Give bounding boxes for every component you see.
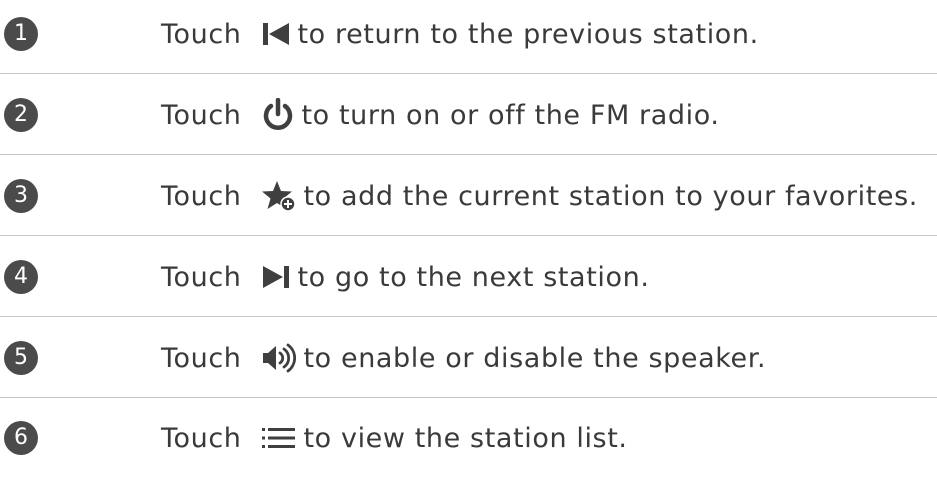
touch-label: Touch: [161, 342, 242, 374]
instruction-list: 1 Touch to return to the previous statio…: [0, 0, 937, 455]
touch-label: Touch: [161, 180, 242, 212]
instruction-detail: to turn on or off the FM radio.: [301, 99, 720, 131]
list-item: 1 Touch to return to the previous statio…: [0, 0, 937, 76]
divider: [0, 154, 937, 155]
step-number-badge: 2: [4, 98, 38, 132]
divider: [0, 73, 937, 74]
instruction-detail: to add the current station to your favor…: [303, 180, 918, 212]
touch-label: Touch: [161, 261, 242, 293]
list-item: 2 Touch to turn on or off the FM radio.: [0, 77, 937, 157]
touch-label: Touch: [161, 99, 242, 131]
instruction-text: Touch to add the current station to your…: [161, 172, 918, 220]
touch-label: Touch: [161, 422, 242, 454]
speaker-icon: [262, 343, 296, 373]
step-number-badge: 5: [4, 341, 38, 375]
instruction-detail: to go to the next station.: [297, 261, 650, 293]
list-item: 6 Touch to view the station list.: [0, 400, 937, 480]
power-icon: [262, 98, 294, 132]
instruction-text: Touch to enable or disable the speaker.: [161, 334, 766, 382]
list-item: 3 Touch to add the current station to yo…: [0, 158, 937, 238]
instruction-detail: to view the station list.: [303, 422, 628, 454]
step-number-badge: 1: [4, 17, 38, 51]
list-item: 5 Touch to enable or disable the speaker…: [0, 320, 937, 400]
instruction-detail: to return to the previous station.: [297, 18, 759, 50]
instruction-text: Touch to go to the next station.: [161, 253, 650, 301]
instruction-detail: to enable or disable the speaker.: [303, 342, 767, 374]
next-station-icon: [262, 265, 290, 289]
step-number-badge: 4: [4, 260, 38, 294]
step-number-badge: 6: [4, 421, 38, 455]
station-list-icon: [261, 426, 296, 450]
divider: [0, 316, 937, 317]
touch-label: Touch: [161, 18, 242, 50]
divider: [0, 235, 937, 236]
list-item: 4 Touch to go to the next station.: [0, 239, 937, 319]
add-favorite-star-icon: [261, 180, 296, 212]
instruction-text: Touch to turn on or off the FM radio.: [161, 91, 720, 139]
instruction-text: Touch to return to the previous station.: [161, 10, 759, 58]
step-number-badge: 3: [4, 179, 38, 213]
divider: [0, 397, 937, 398]
previous-station-icon: [262, 22, 290, 46]
